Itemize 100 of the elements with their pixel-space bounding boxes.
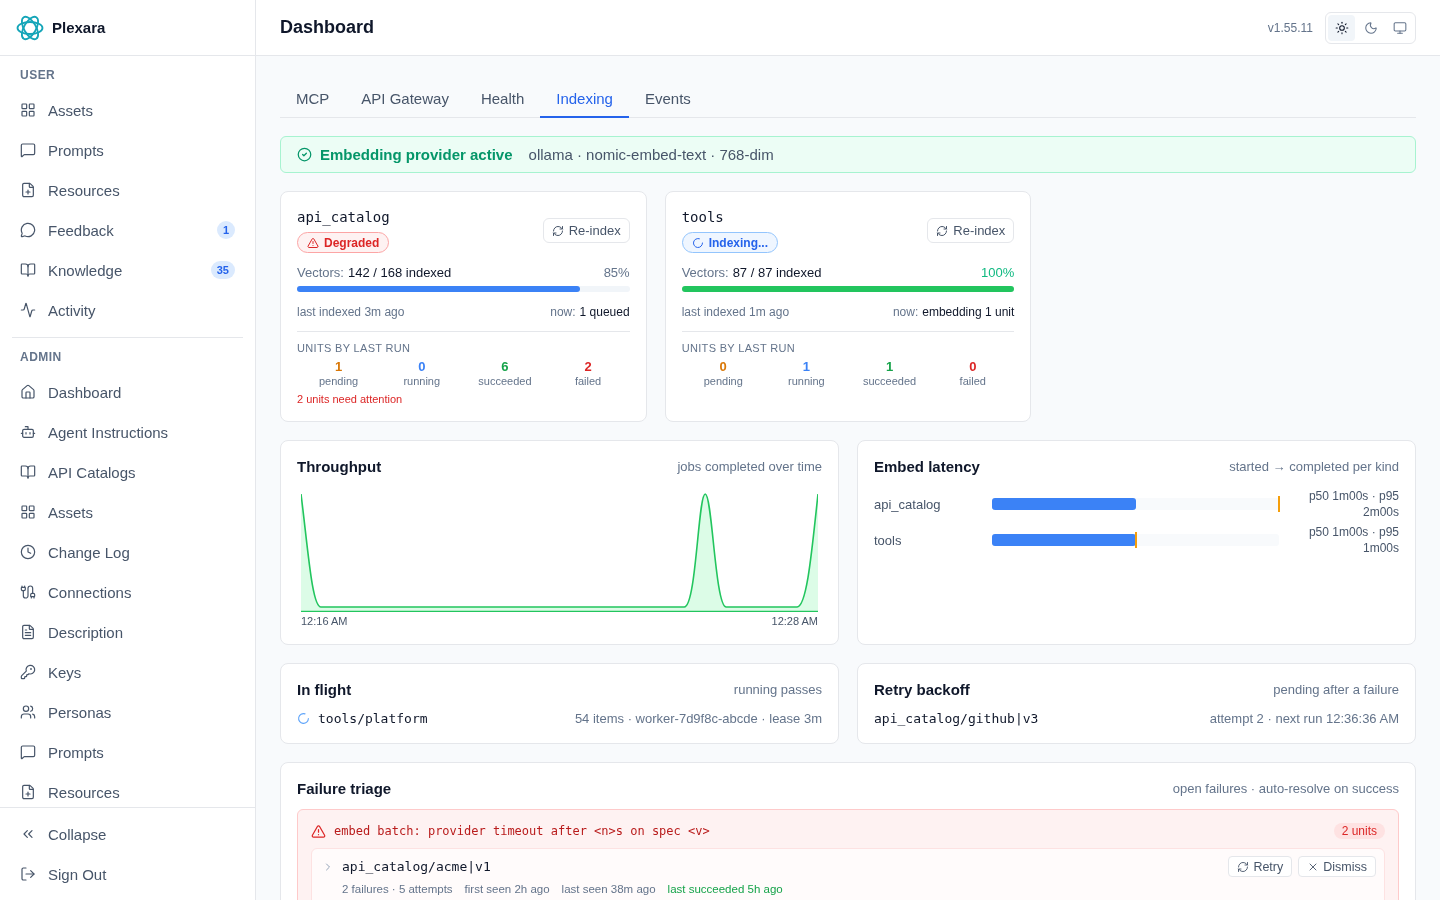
document-icon [20,624,36,640]
unit-path: api_catalog/github|v3 [874,710,1039,726]
monitor-icon [1392,20,1407,35]
attention-text: 2 units need attention [297,392,404,406]
sidebar-item[interactable]: Change Log [8,532,247,572]
now-label: now: [550,304,576,320]
retry-button[interactable]: Retry [1228,856,1293,877]
stat-label: pending [319,375,359,388]
last-indexed-text: last indexed 3m ago [297,304,405,320]
sidebar-item[interactable]: Keys [8,652,247,692]
panel-title: Throughput [297,457,382,475]
tab[interactable]: Indexing [540,80,629,118]
sidebar-item[interactable]: Collapse [8,814,247,854]
latency-label: api_catalog [874,496,942,512]
stat-value: 0 [418,359,426,375]
sidebar-item[interactable]: Feedback 1 [8,210,247,250]
sidebar-item[interactable]: Knowledge 35 [8,250,247,290]
now-status: 1 queued [579,304,630,320]
unit-path: tools/platform [318,710,428,726]
dismiss-button[interactable]: Dismiss [1298,856,1376,877]
units-heading: UNITS BY LAST RUN [297,341,412,355]
grid-icon [20,504,36,520]
axis-label: 12:28 AM [771,614,818,628]
sidebar-item[interactable]: Sign Out [8,854,247,894]
grid-icon [20,102,36,118]
sidebar-item[interactable]: Assets [8,492,247,532]
sidebar-item[interactable]: Prompts [8,732,247,772]
panel-subtitle: running passes [733,681,822,697]
refresh-icon [551,224,564,237]
spinner-icon [297,711,310,725]
sidebar-item[interactable]: Description [8,612,247,652]
banner-title: Embedding provider active [320,146,513,163]
last-indexed-text: last indexed 1m ago [681,304,790,320]
error-message: embed batch: provider timeout after <n>s on spec <v> [334,824,710,838]
banner-detail: ollama · nomic-embed-text · 768-dim [528,146,774,163]
now-label: now: [892,304,919,320]
unit-detail: 54 items · worker-7d9f8c-abcde · lease 3m [574,710,822,726]
failure-meta: 2 failures · 5 attempts [342,882,453,897]
stat-value: 1 [334,359,343,375]
reindex-button[interactable]: Re-index [927,218,1015,243]
percent-text: 100% [981,265,1015,281]
robot-icon [20,424,36,440]
count-badge: 35 [210,261,235,279]
tab[interactable]: API Gateway [345,80,465,118]
panel-title: Failure triage [297,779,392,797]
sidebar-item[interactable]: Assets [8,90,247,130]
count-badge: 2 units [1333,823,1385,839]
sun-icon [1334,20,1349,35]
failure-meta: last seen 38m ago [561,882,656,897]
clock-icon [20,544,36,560]
tab[interactable]: Health [464,80,541,118]
tab[interactable]: Events [628,80,707,118]
status-badge: Indexing... [681,232,778,253]
percent-text: 85% [603,265,630,281]
stat-value: 6 [501,359,509,375]
panel-subtitle: open failures · auto-resolve on success [1172,780,1399,796]
vectors-count: 142 / 168 indexed [347,265,452,281]
spinner-icon [691,236,704,249]
open-book-icon [20,464,36,480]
page-title: Dashboard [280,17,375,38]
sidebar-item[interactable]: API Catalogs [8,452,247,492]
latency-label: tools [874,532,903,548]
stat-label: succeeded [478,375,532,388]
now-status: embedding 1 unit [922,304,1015,320]
version-text: v1.55.11 [1267,20,1313,35]
stat-value: 1 [802,359,810,375]
panel-title: Retry backoff [874,680,970,698]
warning-icon [307,236,319,249]
stat-label: running [403,375,441,388]
chat-bubble-icon [20,222,36,238]
panel-title: In flight [297,680,352,698]
stat-value: 2 [584,359,592,375]
unit-path: api_catalog/acme|v1 [342,859,491,874]
sidebar-item[interactable]: Connections [8,572,247,612]
refresh-icon [1237,860,1250,873]
status-badge: Degraded [297,232,390,253]
logout-icon [20,866,36,882]
brand-name: Plexara [52,19,106,36]
sidebar-item[interactable]: Dashboard [8,372,247,412]
sidebar-item[interactable]: Agent Instructions [8,412,247,452]
sidebar-item[interactable]: Personas [8,692,247,732]
index-name: tools [681,208,724,226]
open-book-icon [20,262,36,278]
theme-button[interactable] [1328,14,1355,41]
sidebar-item[interactable]: Resources [8,772,247,807]
check-circle-icon [297,147,312,162]
stat-label: running [788,375,825,388]
sidebar-item[interactable]: Resources [8,170,247,210]
vectors-label: Vectors: [297,265,344,281]
failure-meta: last succeeded 5h ago [667,882,783,897]
reindex-button[interactable]: Re-index [542,218,630,243]
moon-icon [1363,20,1378,35]
tab[interactable]: MCP [280,80,346,118]
sidebar-item[interactable]: Prompts [8,130,247,170]
index-name: api_catalog [297,208,390,226]
vectors-label: Vectors: [681,265,729,281]
panel-subtitle: started → completed per kind [1229,458,1399,474]
house-icon [20,384,36,400]
pulse-icon [20,302,36,318]
sidebar-item[interactable]: Activity [8,290,247,330]
